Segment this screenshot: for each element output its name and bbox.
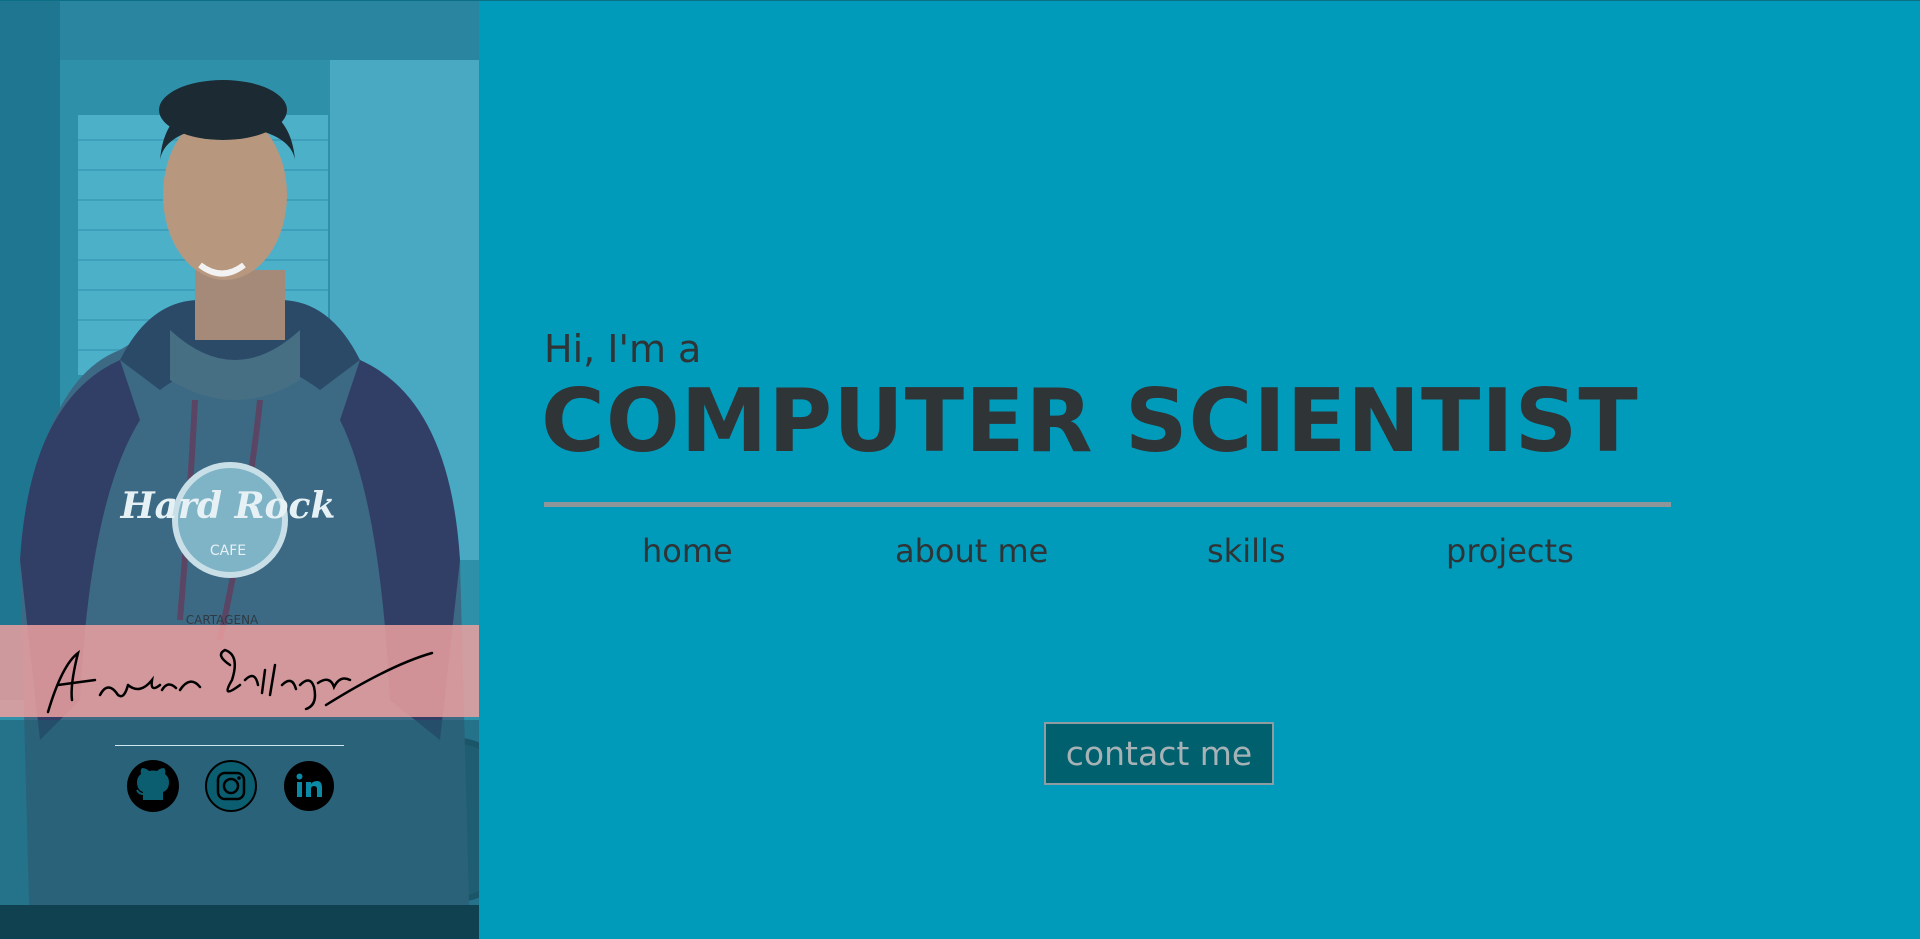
nav-home[interactable]: home xyxy=(642,532,733,570)
nav-projects[interactable]: projects xyxy=(1446,532,1574,570)
hero-divider xyxy=(544,502,1671,507)
profile-sidebar: Hard Rock CAFE CARTAGENA xyxy=(0,0,479,939)
shirt-logo-text: Hard Rock xyxy=(120,485,336,527)
signature-band xyxy=(0,625,479,717)
instagram-icon xyxy=(205,760,257,812)
linkedin-icon xyxy=(284,761,334,811)
hero-greeting: Hi, I'm a xyxy=(544,327,702,371)
github-link[interactable] xyxy=(127,760,179,812)
instagram-link[interactable] xyxy=(205,760,257,812)
signature-image xyxy=(46,648,434,714)
shirt-logo-subtext: CAFE xyxy=(210,543,246,559)
github-icon xyxy=(127,760,179,812)
nav-about-me[interactable]: about me xyxy=(895,532,1048,570)
social-divider xyxy=(115,745,344,746)
hero-headline: COMPUTER SCIENTIST xyxy=(541,370,1639,472)
linkedin-link[interactable] xyxy=(283,760,335,812)
nav-skills[interactable]: skills xyxy=(1207,532,1286,570)
top-border xyxy=(0,0,1920,1)
contact-me-button[interactable]: contact me xyxy=(1044,722,1274,785)
